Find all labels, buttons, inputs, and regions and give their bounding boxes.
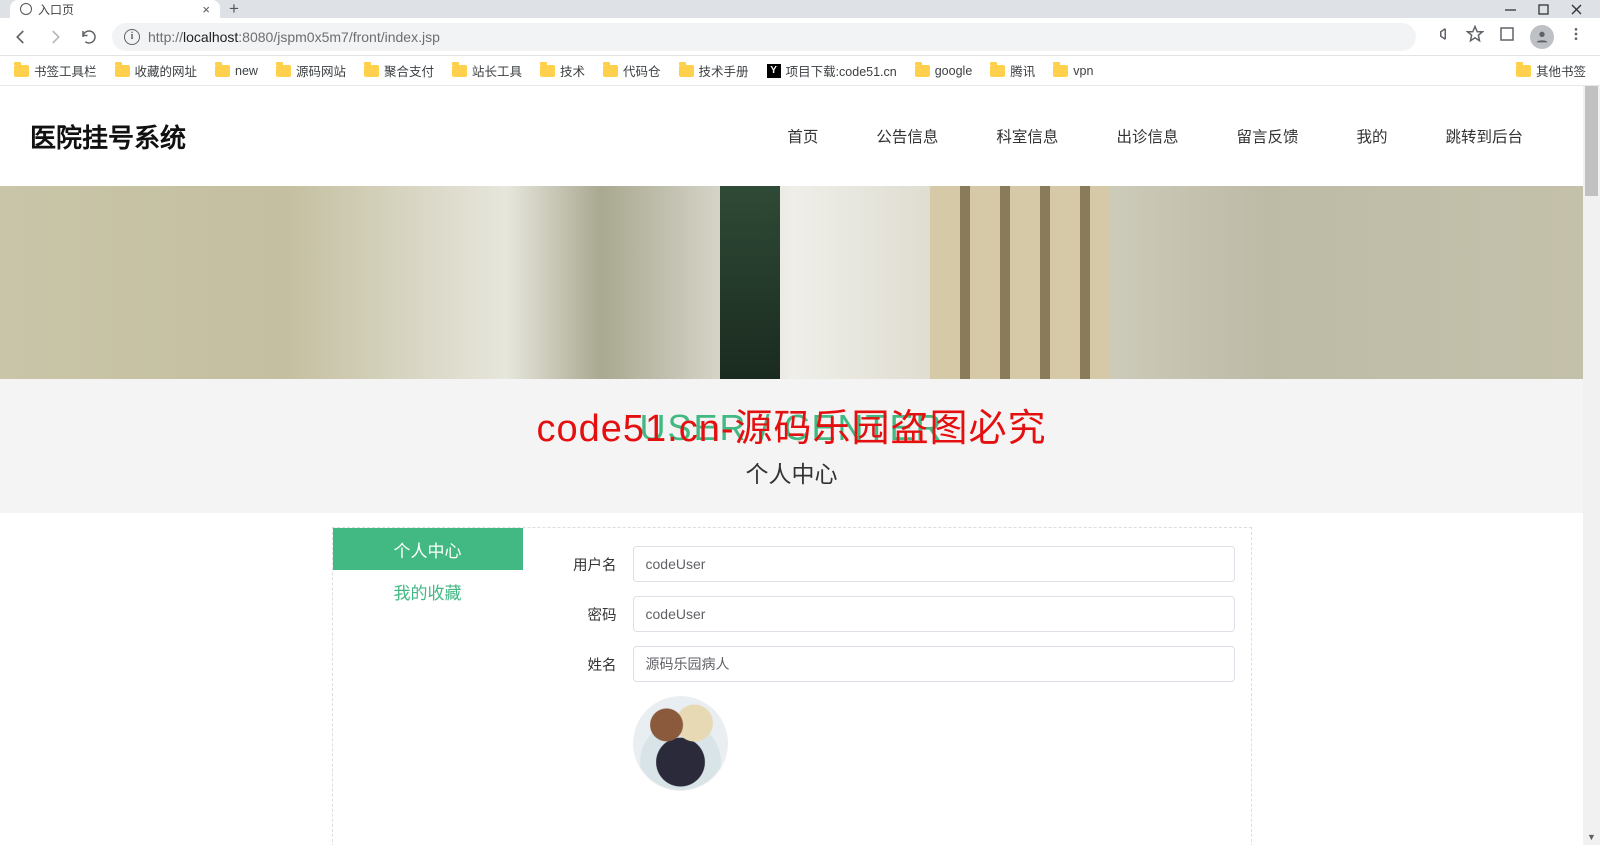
folder-icon [14,65,29,77]
browser-tab[interactable]: 入口页 × [10,0,220,18]
nav-backend[interactable]: 跳转到后台 [1445,125,1523,147]
site-info-icon[interactable]: i [124,29,140,45]
sidemenu-personal[interactable]: 个人中心 [333,528,523,570]
bookmark-folder[interactable]: 源码网站 [276,61,346,80]
tab-title: 入口页 [38,1,74,18]
folder-icon [540,65,555,77]
hero-banner [0,186,1583,379]
close-window-icon[interactable] [1571,4,1582,15]
address-bar: i http://localhost:8080/jspm0x5m7/front/… [0,18,1600,56]
folder-icon [452,65,467,77]
profile-avatar-icon[interactable] [1530,25,1554,49]
back-button[interactable] [10,26,32,48]
window-controls [1505,4,1600,15]
row-password: 密码 [523,596,1251,632]
scroll-down-icon[interactable]: ▼ [1583,828,1600,845]
main-nav: 首页 公告信息 科室信息 出诊信息 留言反馈 我的 跳转到后台 [787,125,1553,147]
input-name[interactable] [633,646,1235,682]
page-viewport: ▲ ▼ 医院挂号系统 首页 公告信息 科室信息 出诊信息 留言反馈 我的 跳转到… [0,86,1600,845]
nav-dept[interactable]: 科室信息 [996,125,1058,147]
bookmark-folder[interactable]: 腾讯 [990,61,1035,80]
globe-icon [20,3,32,15]
reload-button[interactable] [78,26,100,48]
url-text: http://localhost:8080/jspm0x5m7/front/in… [148,29,440,45]
scrollbar-thumb[interactable] [1585,86,1598,196]
bookmark-folder[interactable]: 书签工具栏 [14,61,97,80]
site-icon: Y [767,64,781,78]
title-chinese: 个人中心 [0,455,1583,489]
bookmark-link[interactable]: Y项目下载:code51.cn [767,61,897,80]
folder-icon [364,65,379,77]
section-title: code51.cn-源码乐园盗图必究 USER / CENTER 个人中心 [0,379,1583,513]
input-password[interactable] [633,596,1235,632]
star-icon[interactable] [1466,25,1484,48]
folder-icon [679,65,694,77]
bookmark-folder[interactable]: 技术 [540,61,585,80]
bookmark-folder[interactable]: 聚合支付 [364,61,434,80]
input-username[interactable] [633,546,1235,582]
bookmark-folder[interactable]: new [215,64,258,78]
browser-tab-strip: 入口页 × + [0,0,1600,18]
site-header: 医院挂号系统 首页 公告信息 科室信息 出诊信息 留言反馈 我的 跳转到后台 [0,86,1583,186]
sidemenu-favorites[interactable]: 我的收藏 [333,570,523,612]
other-bookmarks[interactable]: 其他书签 [1516,61,1586,80]
close-tab-icon[interactable]: × [202,2,210,17]
folder-icon [1053,65,1068,77]
folder-icon [276,65,291,77]
bookmarks-bar: 书签工具栏 收藏的网址 new 源码网站 聚合支付 站长工具 技术 代码仓 技术… [0,56,1600,86]
bookmark-folder[interactable]: 代码仓 [603,61,661,80]
forward-button[interactable] [44,26,66,48]
url-input[interactable]: i http://localhost:8080/jspm0x5m7/front/… [112,23,1416,51]
minimize-icon[interactable] [1505,4,1516,15]
avatar-image[interactable] [633,696,728,791]
folder-icon [915,65,930,77]
menu-icon[interactable] [1568,26,1584,47]
folder-icon [215,65,230,77]
label-password: 密码 [523,604,633,625]
bookmark-folder[interactable]: 收藏的网址 [115,61,198,80]
folder-icon [1516,65,1531,77]
share-icon[interactable] [1434,25,1452,48]
row-name: 姓名 [523,646,1251,682]
side-menu: 个人中心 我的收藏 [333,528,523,845]
bookmark-folder[interactable]: 站长工具 [452,61,522,80]
site-logo[interactable]: 医院挂号系统 [30,118,186,155]
form-panel: 个人中心 我的收藏 用户名 密码 姓名 [332,527,1252,845]
bookmark-folder[interactable]: vpn [1053,64,1093,78]
label-name: 姓名 [523,654,633,675]
scrollbar[interactable]: ▲ ▼ [1583,86,1600,845]
extensions-icon[interactable] [1498,25,1516,48]
bookmark-folder[interactable]: 技术手册 [679,61,749,80]
bookmark-folder[interactable]: google [915,64,973,78]
row-username: 用户名 [523,546,1251,582]
nav-feedback[interactable]: 留言反馈 [1236,125,1298,147]
folder-icon [990,65,1005,77]
form-container: 个人中心 我的收藏 用户名 密码 姓名 [0,513,1583,845]
folder-icon [115,65,130,77]
form-body: 用户名 密码 姓名 [523,528,1251,845]
nav-visit[interactable]: 出诊信息 [1116,125,1178,147]
nav-notice[interactable]: 公告信息 [876,125,938,147]
new-tab-button[interactable]: + [220,0,248,19]
nav-mine[interactable]: 我的 [1356,125,1387,147]
label-username: 用户名 [523,554,633,575]
maximize-icon[interactable] [1538,4,1549,15]
nav-home[interactable]: 首页 [787,125,818,147]
watermark-text: code51.cn-源码乐园盗图必究 [536,397,1046,452]
folder-icon [603,65,618,77]
